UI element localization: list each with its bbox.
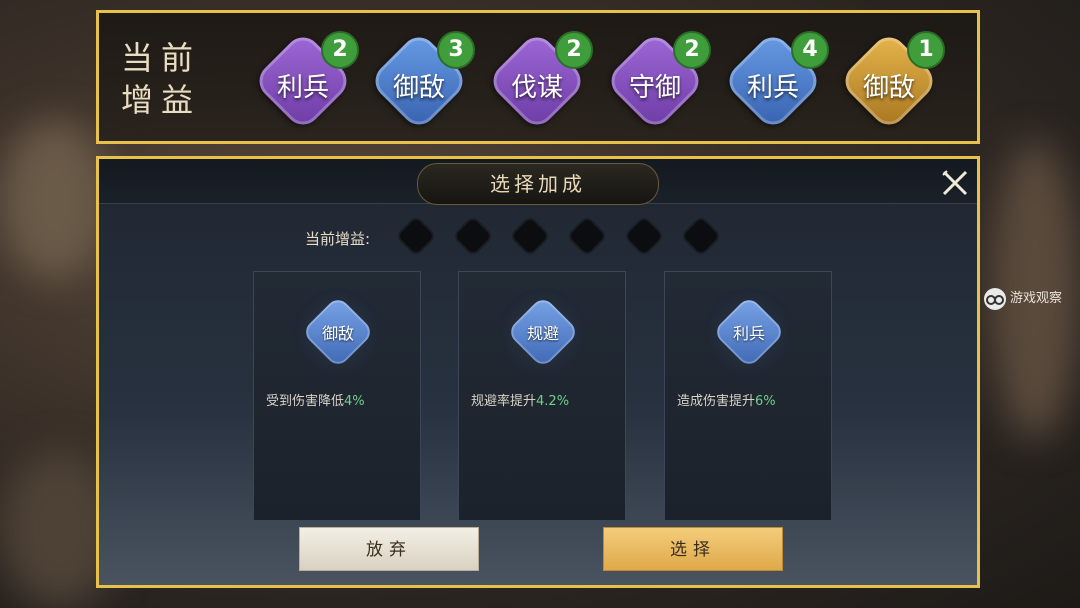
bonus-desc-value: 4% [344, 394, 365, 409]
dialog-header: 选择加成 [99, 159, 977, 205]
buff-label: 利兵 [276, 73, 329, 103]
buff-item[interactable]: 守御 2 [601, 30, 711, 133]
empty-buff-slot [511, 217, 549, 255]
current-buffs-label: 当前增益: [305, 230, 371, 248]
buff-label: 利兵 [746, 73, 799, 103]
empty-buff-slot [397, 217, 435, 255]
bonus-description: 规避率提升4.2% [471, 390, 569, 409]
bonus-gem-label: 利兵 [732, 324, 765, 343]
buff-label: 守御 [628, 73, 681, 103]
buff-item[interactable]: 利兵 2 [249, 30, 359, 133]
bonus-desc-value: 6% [755, 394, 776, 409]
bonus-gem-label: 御敌 [321, 324, 354, 343]
buff-item[interactable]: 御敌 3 [365, 30, 475, 133]
bonus-description: 造成伤害提升6% [677, 390, 776, 409]
dialog-title: 选择加成 [490, 172, 586, 196]
empty-buff-slot [454, 217, 492, 255]
bonus-description: 受到伤害降低4% [266, 390, 365, 409]
bonus-desc-text: 规避率提升 [471, 394, 537, 409]
buff-count-badge: 2 [321, 31, 359, 69]
bonus-card[interactable]: 利兵 造成伤害提升6% [664, 271, 832, 521]
bonus-desc-text: 造成伤害提升 [677, 394, 756, 409]
buff-label: 伐谋 [510, 73, 563, 103]
title-plate: 选择加成 [417, 163, 659, 205]
buff-label: 御敌 [862, 73, 915, 103]
empty-buff-slot [682, 217, 720, 255]
buff-count-badge: 2 [673, 31, 711, 69]
bonus-desc-value: 4.2% [536, 394, 570, 409]
buff-count-badge: 1 [907, 31, 945, 69]
buff-count-badge: 4 [791, 31, 829, 69]
close-button[interactable] [939, 167, 971, 199]
watermark-text: 游戏观察 [1010, 291, 1063, 306]
buff-label: 御敌 [392, 73, 445, 103]
buff-item[interactable]: 御敌 1 [835, 30, 945, 133]
select-bonus-dialog: 选择加成 当前增益: 御敌 受到伤害降低4% 规避 规避率提升4.2% 利兵 造… [96, 156, 980, 588]
watermark: 游戏观察 [984, 286, 1080, 312]
bonus-desc-text: 受到伤害降低 [266, 394, 345, 409]
empty-buff-slot [625, 217, 663, 255]
bonus-card[interactable]: 规避 规避率提升4.2% [458, 271, 626, 521]
select-button[interactable]: 选择 [603, 527, 783, 571]
abandon-button[interactable]: 放弃 [299, 527, 479, 571]
close-icon [942, 170, 968, 196]
current-buffs-bar: 当前增益 利兵 2 御敌 3 伐谋 2 守御 2 利兵 4 御敌 1 [96, 10, 980, 144]
bonus-gem-label: 规避 [526, 324, 559, 343]
buff-count-badge: 2 [555, 31, 593, 69]
buff-count-badge: 3 [437, 31, 475, 69]
watermark-logo-icon [984, 287, 1006, 310]
empty-buff-slot [568, 217, 606, 255]
bonus-card[interactable]: 御敌 受到伤害降低4% [253, 271, 421, 521]
background-blob [0, 120, 110, 280]
buff-item[interactable]: 利兵 4 [719, 30, 829, 133]
current-buffs-title: 当前增益 [121, 39, 202, 119]
buff-item[interactable]: 伐谋 2 [483, 30, 593, 133]
